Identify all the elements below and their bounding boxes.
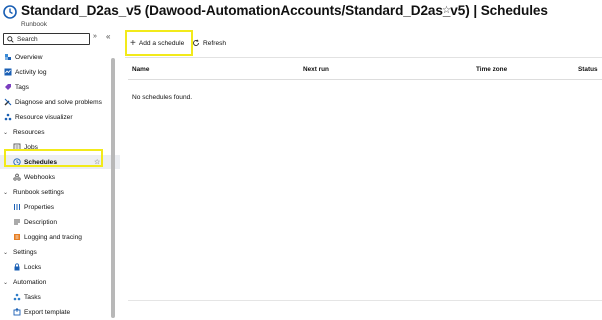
- refresh-icon: [193, 39, 199, 46]
- chevron-down-icon: ⌄: [3, 249, 9, 256]
- sidebar-scrollbar[interactable]: [111, 58, 115, 318]
- plus-icon: +: [130, 37, 136, 49]
- sidebar-item-diagnose[interactable]: Diagnose and solve problems: [0, 95, 111, 109]
- chevron-down-icon: ⌄: [3, 279, 9, 286]
- header-divider: [128, 79, 602, 80]
- sidebar-item-logging[interactable]: Logging and tracing: [0, 230, 120, 244]
- search-box[interactable]: [3, 33, 90, 45]
- clock-icon: [3, 5, 17, 19]
- sidebar-item-properties[interactable]: Properties: [0, 200, 120, 214]
- refresh-button[interactable]: Refresh: [192, 36, 226, 50]
- webhook-icon: [12, 173, 21, 182]
- sidebar-item-locks[interactable]: Locks: [0, 260, 120, 274]
- filter-toggle-icon[interactable]: »: [93, 33, 97, 40]
- sidebar-section-resources[interactable]: ⌄ Resources: [0, 125, 111, 139]
- sidebar-section-automation[interactable]: ⌄ Automation: [0, 275, 111, 289]
- sidebar-item-activity-log[interactable]: Activity log: [0, 65, 111, 79]
- tag-icon: [3, 83, 12, 92]
- tasks-icon: [12, 293, 21, 302]
- chevron-down-icon: ⌄: [3, 129, 9, 136]
- sidebar-item-description[interactable]: Description: [0, 215, 120, 229]
- favorite-star-icon[interactable]: ☆: [442, 5, 451, 16]
- column-header-next-run[interactable]: Next run: [303, 66, 329, 73]
- sidebar-item-tags[interactable]: Tags: [0, 80, 111, 94]
- sidebar-item-webhooks[interactable]: Webhooks: [0, 170, 120, 184]
- export-icon: [12, 308, 21, 317]
- visualizer-icon: [3, 113, 12, 122]
- sidebar-section-runbook-settings[interactable]: ⌄ Runbook settings: [0, 185, 111, 199]
- logging-icon: [12, 233, 21, 242]
- column-header-name[interactable]: Name: [132, 66, 149, 73]
- grid-bottom-divider: [128, 300, 602, 301]
- empty-state-message: No schedules found.: [132, 94, 193, 101]
- lock-icon: [12, 263, 21, 272]
- page-subtitle: Runbook: [21, 21, 48, 28]
- wrench-icon: [3, 98, 12, 107]
- description-icon: [12, 218, 21, 227]
- sidebar-item-resource-visualizer[interactable]: Resource visualizer: [0, 110, 111, 124]
- properties-icon: [12, 203, 21, 212]
- sidebar-section-settings[interactable]: ⌄ Settings: [0, 245, 111, 259]
- search-icon: [7, 35, 14, 43]
- column-header-time-zone[interactable]: Time zone: [476, 66, 507, 73]
- chevron-down-icon: ⌄: [3, 189, 9, 196]
- more-options-icon[interactable]: ···: [457, 4, 470, 15]
- overview-icon: [3, 53, 12, 62]
- highlight-box-schedules: [4, 149, 103, 167]
- add-schedule-button[interactable]: + Add a schedule: [130, 36, 184, 50]
- sidebar: » « Overview Activity log Tags Diagnose …: [0, 30, 120, 320]
- search-input[interactable]: [14, 34, 87, 44]
- column-header-status[interactable]: Status: [578, 66, 598, 73]
- sidebar-item-tasks[interactable]: Tasks: [0, 290, 120, 304]
- toolbar-divider: [125, 57, 602, 58]
- sidebar-item-overview[interactable]: Overview: [0, 50, 111, 64]
- activity-log-icon: [3, 68, 12, 77]
- command-bar: + Add a schedule Refresh: [125, 30, 602, 58]
- page-header: Standard_D2as_v5 (Dawood-AutomationAccou…: [0, 0, 602, 30]
- schedules-table-header: Name Next run Time zone Status: [128, 63, 602, 77]
- sidebar-item-export-template[interactable]: Export template: [0, 305, 120, 319]
- collapse-sidebar-icon[interactable]: «: [106, 32, 110, 41]
